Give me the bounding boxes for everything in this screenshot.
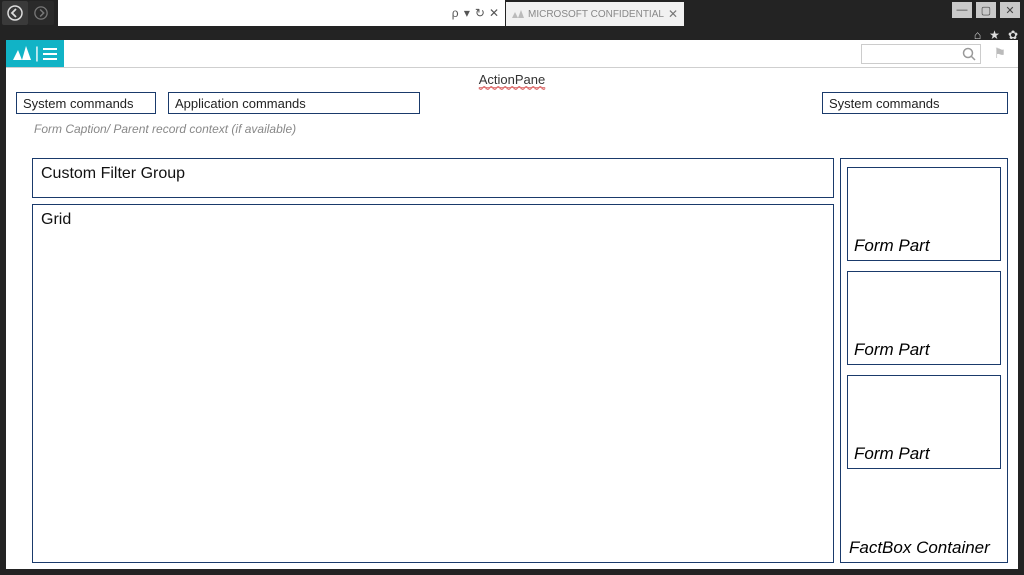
system-commands-left[interactable]: System commands: [16, 92, 156, 114]
action-pane-label: ActionPane: [479, 72, 546, 88]
form-part-2[interactable]: Form Part: [847, 271, 1001, 365]
search-icon: [962, 47, 976, 61]
factbox-label: FactBox Container: [849, 538, 990, 558]
app-header-right: ⚑: [64, 40, 1018, 67]
divider: |: [35, 45, 39, 63]
tab-label: MICROSOFT CONFIDENTIAL: [528, 9, 664, 20]
app-logo-icon: [13, 46, 31, 62]
back-button[interactable]: [2, 1, 28, 25]
form-caption: Form Caption/ Parent record context (if …: [6, 120, 1018, 140]
flag-icon[interactable]: ⚑: [989, 45, 1010, 62]
grid-panel[interactable]: Grid: [32, 204, 834, 563]
form-part-3[interactable]: Form Part: [847, 375, 1001, 469]
form-part-1[interactable]: Form Part: [847, 167, 1001, 261]
refresh-icon[interactable]: ↻: [475, 6, 485, 20]
app-header: | ⚑: [6, 40, 1018, 68]
maximize-button[interactable]: ▢: [976, 2, 996, 18]
minimize-button[interactable]: —: [952, 2, 972, 18]
browser-tabs: MICROSOFT CONFIDENTIAL ✕: [505, 0, 952, 26]
window-controls: — ▢ ✕: [952, 0, 1024, 26]
custom-filter-group[interactable]: Custom Filter Group: [32, 158, 834, 198]
address-bar-controls: ρ ▾ ↻ ✕: [446, 6, 505, 20]
form-part-label: Form Part: [854, 444, 930, 464]
nav-buttons: [0, 0, 56, 26]
factbox-container: Form Part Form Part Form Part FactBox Co…: [840, 158, 1008, 563]
application-commands[interactable]: Application commands: [168, 92, 420, 114]
tab-favicon: [512, 8, 524, 20]
action-pane-label-wrap: ActionPane: [6, 68, 1018, 88]
browser-chrome: ρ ▾ ↻ ✕ MICROSOFT CONFIDENTIAL ✕ — ▢ ✕: [0, 0, 1024, 26]
form-part-label: Form Part: [854, 236, 930, 256]
stop-icon[interactable]: ✕: [489, 6, 499, 20]
address-bar[interactable]: ρ ▾ ↻ ✕: [58, 0, 505, 26]
system-commands-right[interactable]: System commands: [822, 92, 1008, 114]
form-part-label: Form Part: [854, 340, 930, 360]
main-left: Custom Filter Group Grid: [32, 158, 834, 563]
search-dropdown-icon[interactable]: ρ ▾: [452, 6, 471, 20]
action-pane: System commands Application commands Sys…: [6, 88, 1018, 120]
app-logo-area[interactable]: |: [6, 40, 64, 67]
forward-button[interactable]: [28, 1, 54, 25]
app-search[interactable]: [861, 44, 981, 64]
menu-icon[interactable]: [43, 48, 57, 60]
tab-close-icon[interactable]: ✕: [668, 7, 678, 21]
close-button[interactable]: ✕: [1000, 2, 1020, 18]
app-window: | ⚑ ActionPane System commands Applicati…: [6, 40, 1018, 569]
main-content: Custom Filter Group Grid Form Part Form …: [32, 158, 1008, 563]
browser-tab[interactable]: MICROSOFT CONFIDENTIAL ✕: [506, 2, 684, 26]
address-input[interactable]: [58, 0, 446, 26]
